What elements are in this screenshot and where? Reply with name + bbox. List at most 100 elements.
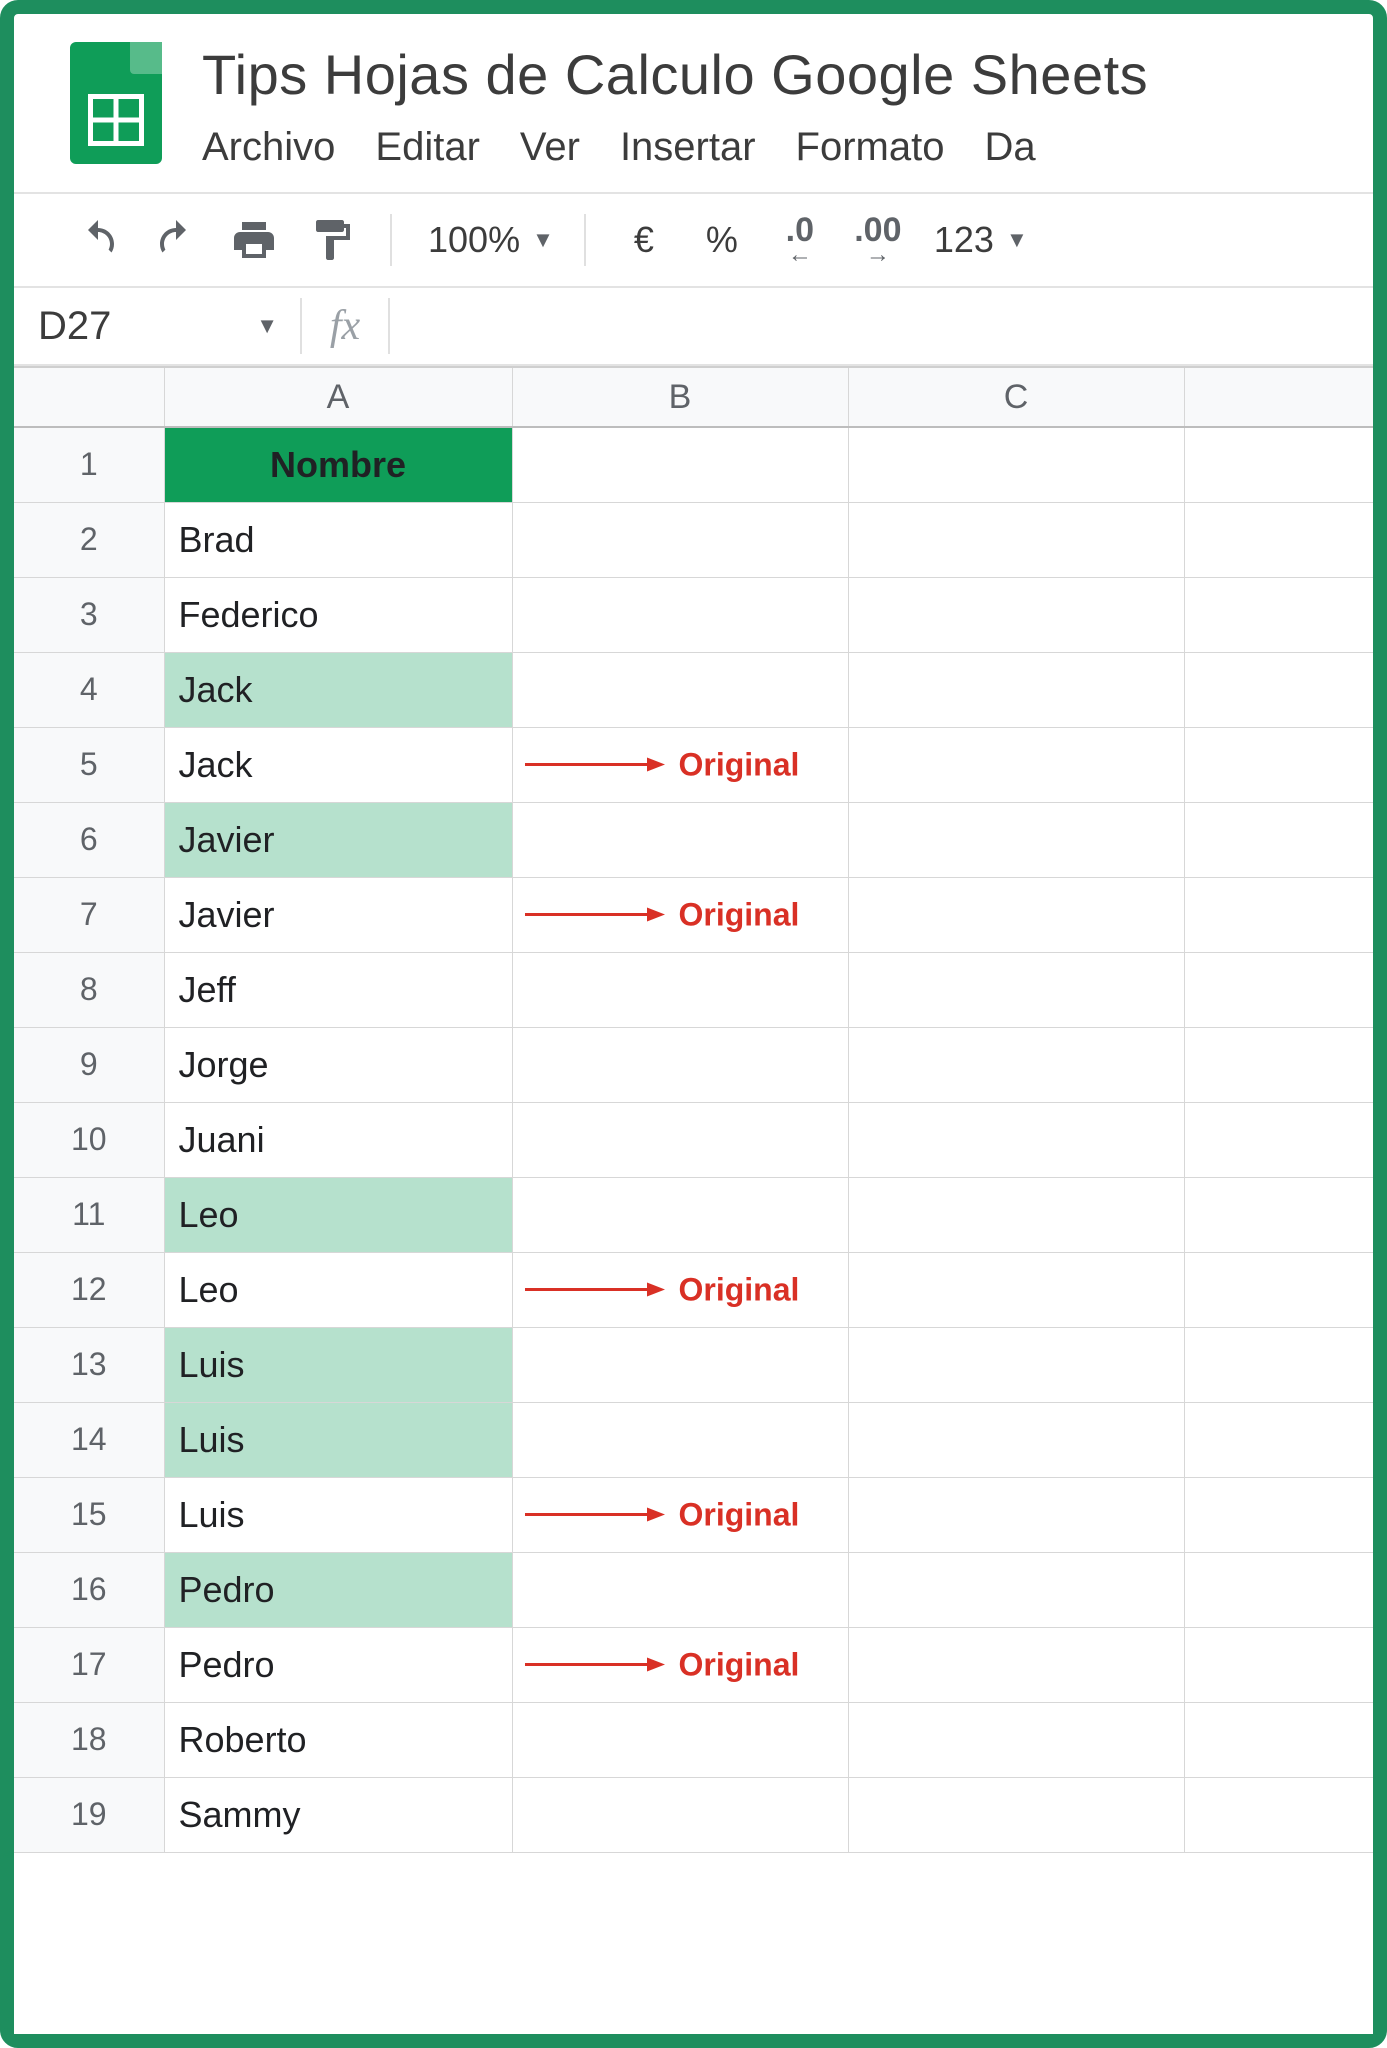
cell[interactable] (512, 1552, 848, 1627)
cell[interactable]: Leo (164, 1252, 512, 1327)
cell[interactable] (1184, 1702, 1373, 1777)
cell[interactable] (1184, 577, 1373, 652)
cell[interactable]: Original (512, 1627, 848, 1702)
cell[interactable] (1184, 502, 1373, 577)
cell[interactable] (848, 1027, 1184, 1102)
cell[interactable]: Original (512, 1252, 848, 1327)
cell[interactable] (1184, 1252, 1373, 1327)
cell[interactable]: Jack (164, 727, 512, 802)
cell[interactable]: Jorge (164, 1027, 512, 1102)
cell[interactable] (848, 1402, 1184, 1477)
cell[interactable] (848, 1102, 1184, 1177)
cell[interactable] (512, 1777, 848, 1852)
undo-button[interactable] (70, 212, 126, 268)
cell[interactable] (848, 577, 1184, 652)
menu-view[interactable]: Ver (520, 125, 580, 170)
cell[interactable] (848, 952, 1184, 1027)
cell[interactable] (512, 1327, 848, 1402)
increase-decimal-button[interactable]: .00 → (850, 212, 906, 268)
row-header[interactable]: 4 (14, 652, 164, 727)
cell[interactable] (1184, 1777, 1373, 1852)
print-button[interactable] (226, 212, 282, 268)
formula-input[interactable] (390, 288, 1373, 364)
cell[interactable] (848, 1252, 1184, 1327)
cell[interactable]: Sammy (164, 1777, 512, 1852)
menu-file[interactable]: Archivo (202, 125, 335, 170)
cell[interactable]: Leo (164, 1177, 512, 1252)
cell[interactable] (1184, 1552, 1373, 1627)
spreadsheet-grid[interactable]: A B C 1Nombre2Brad3Federico4Jack5JackOri… (14, 366, 1373, 2034)
cell[interactable]: Original (512, 1477, 848, 1552)
row-header[interactable]: 19 (14, 1777, 164, 1852)
row-header[interactable]: 3 (14, 577, 164, 652)
menu-edit[interactable]: Editar (375, 125, 480, 170)
cell[interactable] (1184, 1477, 1373, 1552)
row-header[interactable]: 18 (14, 1702, 164, 1777)
cell[interactable] (512, 577, 848, 652)
row-header[interactable]: 13 (14, 1327, 164, 1402)
cell[interactable]: Jeff (164, 952, 512, 1027)
cell[interactable] (512, 1027, 848, 1102)
cell[interactable]: Nombre (164, 427, 512, 502)
cell[interactable] (512, 1177, 848, 1252)
cell[interactable]: Federico (164, 577, 512, 652)
cell[interactable]: Javier (164, 877, 512, 952)
cell[interactable]: Roberto (164, 1702, 512, 1777)
row-header[interactable]: 5 (14, 727, 164, 802)
cell[interactable] (1184, 1402, 1373, 1477)
cell[interactable] (848, 652, 1184, 727)
cell[interactable] (848, 1477, 1184, 1552)
cell[interactable] (848, 1702, 1184, 1777)
cell[interactable] (1184, 1177, 1373, 1252)
menu-data[interactable]: Da (984, 125, 1035, 170)
cell[interactable]: Brad (164, 502, 512, 577)
cell[interactable] (1184, 652, 1373, 727)
cell[interactable] (848, 1177, 1184, 1252)
menu-format[interactable]: Formato (796, 125, 945, 170)
cell[interactable]: Javier (164, 802, 512, 877)
row-header[interactable]: 8 (14, 952, 164, 1027)
document-title[interactable]: Tips Hojas de Calculo Google Sheets (202, 42, 1373, 107)
cell[interactable] (1184, 427, 1373, 502)
cell[interactable] (1184, 877, 1373, 952)
cell[interactable]: Original (512, 877, 848, 952)
cell[interactable]: Original (512, 727, 848, 802)
cell[interactable] (1184, 727, 1373, 802)
row-header[interactable]: 7 (14, 877, 164, 952)
row-header[interactable]: 14 (14, 1402, 164, 1477)
cell[interactable] (512, 427, 848, 502)
cell[interactable] (512, 502, 848, 577)
format-percent-button[interactable]: % (694, 212, 750, 268)
select-all-corner[interactable] (14, 367, 164, 427)
row-header[interactable]: 11 (14, 1177, 164, 1252)
cell[interactable] (848, 877, 1184, 952)
cell[interactable] (512, 1102, 848, 1177)
row-header[interactable]: 2 (14, 502, 164, 577)
cell[interactable] (1184, 1627, 1373, 1702)
row-header[interactable]: 6 (14, 802, 164, 877)
cell[interactable] (848, 427, 1184, 502)
decrease-decimal-button[interactable]: .0 ← (772, 212, 828, 268)
row-header[interactable]: 12 (14, 1252, 164, 1327)
cell[interactable]: Juani (164, 1102, 512, 1177)
more-formats-dropdown[interactable]: 123 ▼ (928, 212, 1028, 268)
cell[interactable] (512, 952, 848, 1027)
cell[interactable]: Luis (164, 1402, 512, 1477)
cell[interactable] (512, 652, 848, 727)
row-header[interactable]: 9 (14, 1027, 164, 1102)
column-header[interactable] (1184, 367, 1373, 427)
cell[interactable]: Pedro (164, 1627, 512, 1702)
cell[interactable] (1184, 1027, 1373, 1102)
cell[interactable] (512, 1702, 848, 1777)
cell[interactable] (512, 802, 848, 877)
row-header[interactable]: 15 (14, 1477, 164, 1552)
cell[interactable] (848, 802, 1184, 877)
cell[interactable]: Luis (164, 1477, 512, 1552)
cell[interactable] (1184, 1327, 1373, 1402)
column-header[interactable]: C (848, 367, 1184, 427)
cell[interactable] (848, 1627, 1184, 1702)
cell[interactable] (1184, 802, 1373, 877)
cell[interactable]: Pedro (164, 1552, 512, 1627)
cell[interactable] (848, 1552, 1184, 1627)
redo-button[interactable] (148, 212, 204, 268)
